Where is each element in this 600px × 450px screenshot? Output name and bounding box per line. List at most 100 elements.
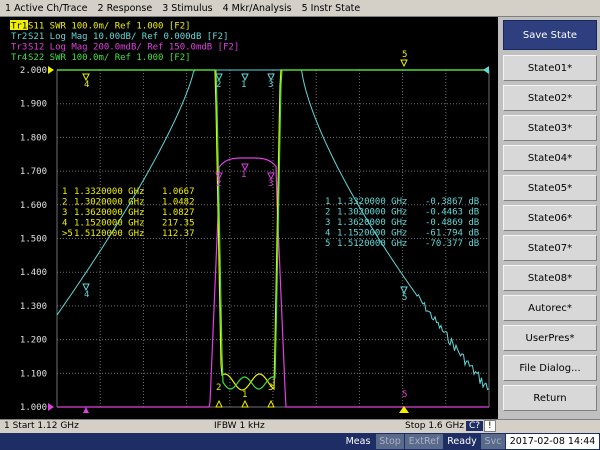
marker-row-freq: 1.5120000 GHz <box>337 239 407 249</box>
marker-row-num: 4 <box>62 219 67 229</box>
marker-row-freq: 1.1520000 GHz <box>74 219 144 229</box>
softkey-state06[interactable]: State06* <box>503 205 597 231</box>
marker-row-freq: 1.3320000 GHz <box>337 197 407 207</box>
y-tick-label: 1.800 <box>20 133 47 143</box>
marker-row-value: 112.37 <box>162 229 195 239</box>
stop-frequency[interactable]: Stop 1.6 GHz <box>405 421 464 431</box>
marker-row-num: 4 <box>325 229 330 239</box>
marker-row-freq: 1.3320000 GHz <box>74 187 144 197</box>
ref-level-arrow-right[interactable] <box>483 66 489 74</box>
softkey-state02[interactable]: State02* <box>503 85 597 111</box>
marker-3-s12-label: 3 <box>268 179 273 189</box>
channel-nav-button[interactable]: ! <box>484 420 496 432</box>
marker-1-label: 1 <box>241 80 246 90</box>
marker-1-bottom-icon[interactable] <box>241 399 249 408</box>
tr4-settings[interactable]: S22 SWR 100.0m/ Ref 1.000 [F2] <box>28 53 191 63</box>
correction-status: C? <box>466 421 484 431</box>
marker-row-value: -70.377 dB <box>425 239 479 249</box>
softkey-title-save-state: Save State <box>503 20 597 50</box>
y-tick-label: 1.500 <box>20 235 47 245</box>
tr1-settings[interactable]: S11 SWR 100.0m/ Ref 1.000 [F2] <box>28 22 191 32</box>
marker-row-freq: 1.5120000 GHz <box>74 229 144 239</box>
y-tick-label: 1.600 <box>20 201 47 211</box>
tr3-label[interactable]: Tr3 <box>11 43 27 53</box>
marker-2-s12-label: 2 <box>216 179 221 189</box>
softkey-userpres[interactable]: UserPres* <box>503 325 597 351</box>
marker-5-top-icon[interactable] <box>400 59 408 68</box>
menu-active-ch-trace[interactable]: 1 Active Ch/Trace <box>0 3 93 14</box>
tr1-label: Tr1 <box>11 22 27 32</box>
marker-1-s12-label: 1 <box>241 170 246 180</box>
y-tick-label: 1.200 <box>20 336 47 346</box>
menu-mkr-analysis[interactable]: 4 Mkr/Analysis <box>218 3 297 14</box>
status-ready: Ready <box>444 434 480 449</box>
tr3-settings[interactable]: S12 Log Mag 200.0mdB/ Ref 150.0mdB [F2] <box>28 43 239 53</box>
menu-stimulus[interactable]: 3 Stimulus <box>157 3 217 14</box>
y-tick-label: 2.000 <box>20 66 47 76</box>
y-tick-label: 1.300 <box>20 302 47 312</box>
y-tick-label: 1.900 <box>20 100 47 110</box>
tr2-label[interactable]: Tr2 <box>11 32 27 42</box>
ifbw-setting[interactable]: IFBW 1 kHz <box>214 421 265 431</box>
marker-row-freq: 1.1520000 GHz <box>337 229 407 239</box>
marker-row-value: -0.3867 dB <box>425 197 479 207</box>
marker-row-num: 2 <box>325 208 330 218</box>
marker-row-num: 2 <box>62 198 67 208</box>
marker-4-bottom-icon[interactable] <box>83 407 89 413</box>
softkey-state07[interactable]: State07* <box>503 235 597 261</box>
marker-row-freq: 1.3020000 GHz <box>337 208 407 218</box>
y-axis-ticks: 2.000 1.900 1.800 1.700 1.600 1.500 1.400 1.300… <box>20 66 47 413</box>
trace-plot: 2.000 1.900 1.800 1.700 1.600 1.500 1.400 1.300… <box>10 20 490 413</box>
marker-row-num: 3 <box>325 218 330 228</box>
marker-5-top-label: 5 <box>402 50 407 60</box>
menu-instr-state[interactable]: 5 Instr State <box>297 3 366 14</box>
marker-5-s21-label: 5 <box>402 293 407 303</box>
marker-2-label: 2 <box>216 80 221 90</box>
ref-level-arrow-left[interactable] <box>48 66 54 74</box>
softkey-state08[interactable]: State08* <box>503 265 597 291</box>
tr2-settings[interactable]: S21 Log Mag 10.00dB/ Ref 0.000dB [F2] <box>28 32 228 42</box>
softkey-state05[interactable]: State05* <box>503 175 597 201</box>
marker-5-s12-label: 5 <box>402 390 407 400</box>
trace-header: Tr1 S11 SWR 100.0m/ Ref 1.000 [F2] Tr2 S… <box>10 20 239 63</box>
y-tick-label: 1.400 <box>20 268 47 278</box>
softkey-state04[interactable]: State04* <box>503 145 597 171</box>
marker-table-s11: 1 1.3320000 GHz 1.0667 2 1.3020000 GHz 1.0482… <box>62 187 195 239</box>
y-tick-label: 1.000 <box>20 403 47 413</box>
marker-row-value: 1.0827 <box>162 208 195 218</box>
status-extref: ExtRef <box>405 434 443 449</box>
marker-2-s11-label: 2 <box>216 383 221 393</box>
marker-row-freq: 1.3620000 GHz <box>74 208 144 218</box>
trace-display[interactable]: 2.000 1.900 1.800 1.700 1.600 1.500 1.400 1.300… <box>0 17 498 419</box>
instrument-status-bar: Meas Stop ExtRef Ready Svc 2017-02-08 14… <box>0 433 600 450</box>
status-datetime: 2017-02-08 14:44 <box>506 434 599 449</box>
softkey-file-dialog[interactable]: File Dialog... <box>503 355 597 381</box>
marker-row-value: 1.0667 <box>162 187 195 197</box>
marker-2-bottom-icon[interactable] <box>215 399 223 408</box>
tr4-label[interactable]: Tr4 <box>11 53 27 63</box>
softkey-state03[interactable]: State03* <box>503 115 597 141</box>
marker-row-num: >5 <box>62 229 73 239</box>
marker-row-freq: 1.3620000 GHz <box>337 218 407 228</box>
marker-row-value: -0.4463 dB <box>425 208 479 218</box>
start-frequency[interactable]: 1 Start 1.12 GHz <box>4 421 79 431</box>
marker-row-num: 3 <box>62 208 67 218</box>
status-stop: Stop <box>376 434 404 449</box>
marker-row-num: 1 <box>325 197 330 207</box>
menu-response[interactable]: 2 Response <box>93 3 158 14</box>
marker-row-num: 5 <box>325 239 330 249</box>
marker-row-num: 1 <box>62 187 67 197</box>
softkey-autorec[interactable]: Autorec* <box>503 295 597 321</box>
softkey-state01[interactable]: State01* <box>503 55 597 81</box>
marker-row-value: 1.0482 <box>162 198 195 208</box>
marker-row-value: 217.35 <box>162 219 195 229</box>
status-meas: Meas <box>341 434 375 449</box>
y-tick-label: 1.700 <box>20 167 47 177</box>
marker-3-label: 3 <box>268 80 273 90</box>
ref-level-arrow-left-2[interactable] <box>48 403 54 411</box>
softkey-return[interactable]: Return <box>503 385 597 411</box>
menu-bar: 1 Active Ch/Trace 2 Response 3 Stimulus … <box>0 0 600 17</box>
channel-status-line: 1 Start 1.12 GHz IFBW 1 kHz Stop 1.6 GHz… <box>0 419 600 433</box>
softkey-panel: Save State State01* State02* State03* State… <box>500 17 600 419</box>
marker-row-value: -0.4869 dB <box>425 218 479 228</box>
